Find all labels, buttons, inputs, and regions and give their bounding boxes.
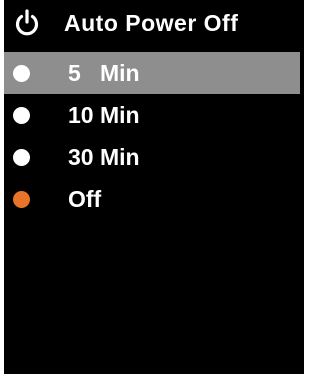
page-title: Auto Power Off [64, 10, 239, 36]
option-30-min[interactable]: 30 Min [4, 136, 304, 178]
option-10-min[interactable]: 10 Min [4, 94, 304, 136]
option-label: 5 Min [68, 60, 140, 86]
option-label: 10 Min [68, 102, 140, 128]
option-list: 5 Min 10 Min 30 Min Off [4, 52, 304, 220]
menu-header: Auto Power Off [4, 0, 304, 50]
bullet-icon [13, 107, 30, 124]
option-off[interactable]: Off [4, 178, 304, 220]
option-label: Off [68, 186, 102, 212]
option-5-min[interactable]: 5 Min [4, 52, 300, 94]
device-screen: Auto Power Off 5 Min 10 Min 30 Min Off [4, 0, 304, 374]
option-label: 30 Min [68, 144, 140, 170]
bullet-icon [13, 149, 30, 166]
active-bullet-icon [13, 191, 30, 208]
bullet-icon [13, 65, 30, 82]
power-icon [15, 9, 39, 36]
